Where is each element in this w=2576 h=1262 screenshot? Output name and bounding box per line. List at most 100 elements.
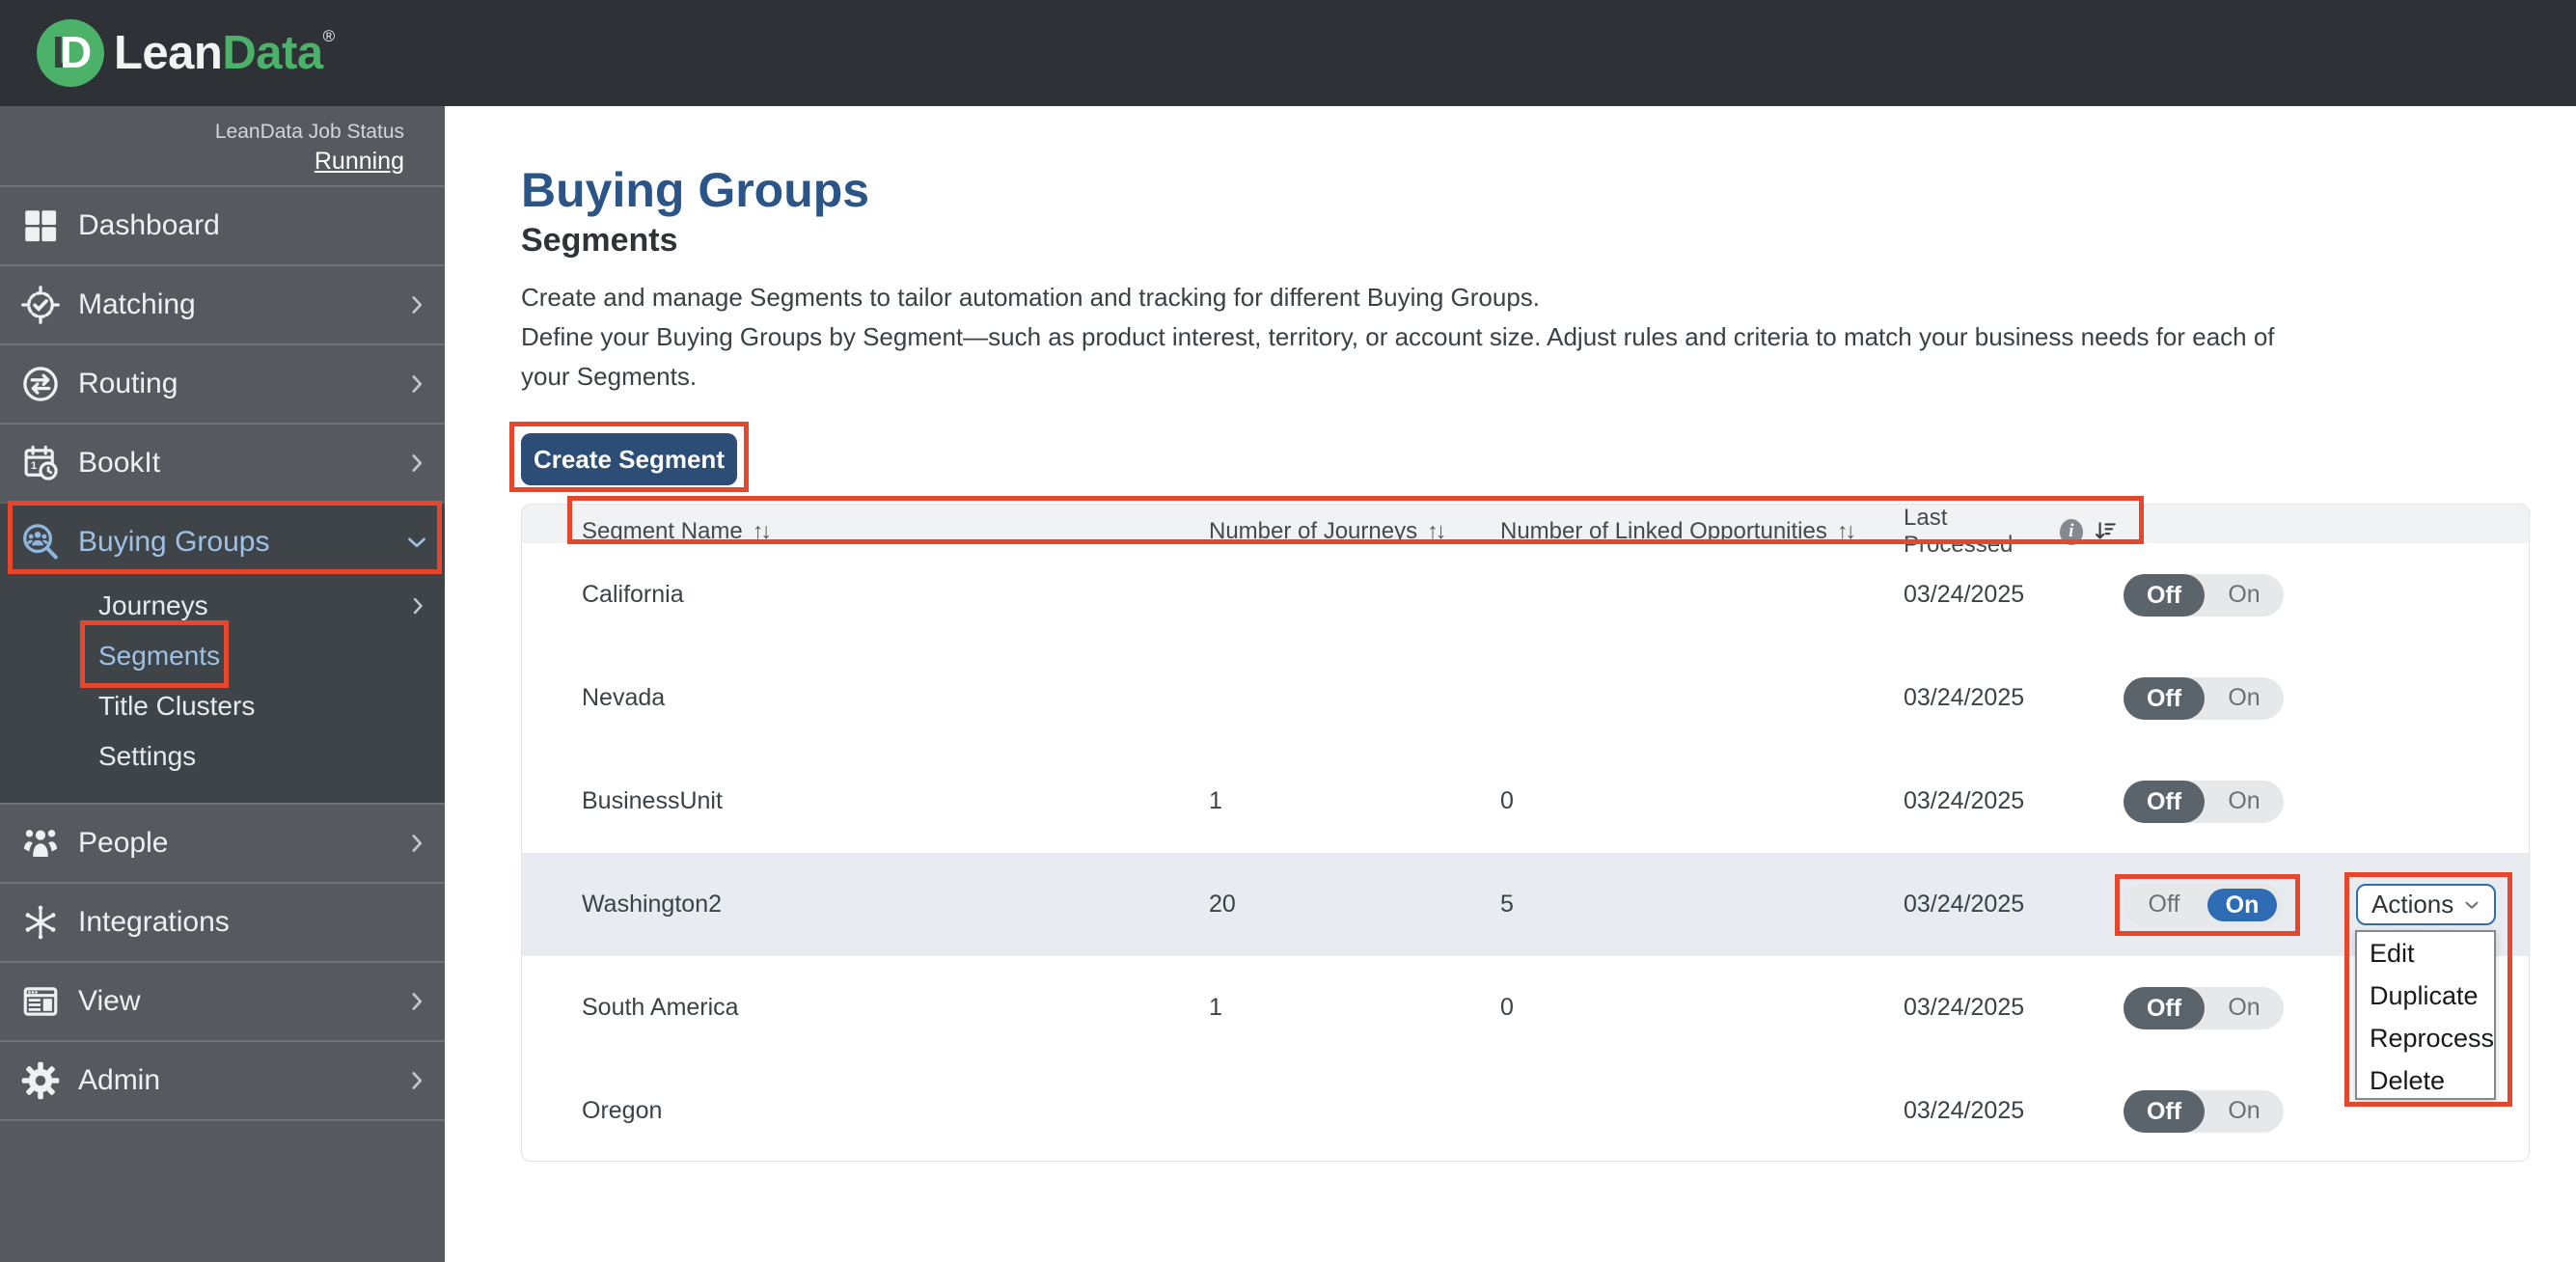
toggle-on-label[interactable]: On xyxy=(2205,684,2284,712)
logo-word-lean: Lean xyxy=(114,27,223,79)
sidebar-item-admin[interactable]: Admin xyxy=(0,1040,445,1119)
column-header-journeys[interactable]: Number of Journeys ↑↓ xyxy=(1205,518,1496,545)
segment-toggle[interactable]: Off On xyxy=(2124,986,2284,1029)
sort-icon[interactable]: ↑↓ xyxy=(1837,518,1856,543)
toggle-off-label[interactable]: Off xyxy=(2124,986,2205,1029)
sidebar-item-label: BookIt xyxy=(78,447,161,479)
menu-item-delete[interactable]: Delete xyxy=(2357,1059,2494,1102)
menu-item-edit[interactable]: Edit xyxy=(2357,932,2494,974)
sidebar-item-routing[interactable]: Routing xyxy=(0,343,445,423)
sidebar-item-dashboard[interactable]: Dashboard xyxy=(0,185,445,264)
sidebar-item-label: Dashboard xyxy=(78,209,220,241)
toggle-on-label[interactable]: On xyxy=(2205,994,2284,1022)
journeys-cell: 1 xyxy=(1209,787,1222,814)
logo-letter-d: D xyxy=(60,27,93,77)
column-header-label: Number of Linked Opportunities xyxy=(1500,518,1827,544)
create-segment-button[interactable]: Create Segment xyxy=(521,433,737,485)
sidebar-subitem-settings[interactable]: Settings xyxy=(0,731,445,782)
sidebar-subitem-title-clusters[interactable]: Title Clusters xyxy=(0,681,445,731)
segment-toggle[interactable]: Off On xyxy=(2124,676,2284,720)
view-icon xyxy=(18,979,63,1024)
actions-dropdown-menu: Edit Duplicate Reprocess Delete xyxy=(2355,930,2496,1100)
chevron-right-icon xyxy=(404,371,429,397)
sidebar-item-label: Admin xyxy=(78,1064,161,1096)
toggle-off-label[interactable]: Off xyxy=(2124,676,2205,720)
description-line: Create and manage Segments to tailor aut… xyxy=(521,283,1541,312)
toggle-on-label[interactable]: On xyxy=(2205,787,2284,815)
sidebar-item-people[interactable]: People xyxy=(0,803,445,882)
segment-name-cell: BusinessUnit xyxy=(582,787,723,814)
table-row-selected: Washington2 20 5 03/24/2025 Off On Action… xyxy=(522,853,2529,956)
toggle-on-label[interactable]: On xyxy=(2207,888,2277,921)
sidebar-divider xyxy=(0,1119,445,1121)
chevron-right-icon xyxy=(404,292,429,317)
menu-item-reprocess[interactable]: Reprocess xyxy=(2357,1017,2494,1059)
leandata-logo: L D LeanData® xyxy=(37,19,335,87)
table-row: California 03/24/2025 Off On xyxy=(522,543,2529,646)
svg-text:1: 1 xyxy=(31,460,37,472)
sidebar-subitem-label: Segments xyxy=(98,641,221,671)
chevron-right-icon xyxy=(406,594,429,617)
last-processed-cell: 03/24/2025 xyxy=(1904,891,2025,918)
sidebar-subitem-label: Title Clusters xyxy=(98,691,256,721)
last-processed-cell: 03/24/2025 xyxy=(1904,581,2025,608)
sidebar-subitem-label: Journeys xyxy=(98,590,208,620)
segments-table: Segment Name ↑↓ Number of Journeys ↑↓ Numb… xyxy=(521,504,2530,1162)
logo-wordmark: LeanData® xyxy=(114,26,335,80)
toggle-off-label[interactable]: Off xyxy=(2124,1089,2205,1133)
chevron-right-icon xyxy=(404,451,429,476)
opportunities-cell: 0 xyxy=(1500,994,1514,1021)
last-processed-cell: 03/24/2025 xyxy=(1904,994,2025,1021)
sidebar-subitem-segments[interactable]: Segments xyxy=(0,631,445,681)
last-processed-cell: 03/24/2025 xyxy=(1904,684,2025,711)
job-status-running-link[interactable]: Running xyxy=(315,148,404,176)
column-header-segment-name[interactable]: Segment Name ↑↓ xyxy=(522,518,1205,545)
last-processed-cell: 03/24/2025 xyxy=(1904,1097,2025,1124)
column-header-opportunities[interactable]: Number of Linked Opportunities ↑↓ xyxy=(1496,518,1900,545)
sort-descending-icon[interactable] xyxy=(2093,519,2118,544)
table-row: Oregon 03/24/2025 Off On xyxy=(522,1059,2529,1161)
toggle-on-label[interactable]: On xyxy=(2205,581,2284,609)
segment-toggle[interactable]: Off On xyxy=(2124,780,2284,823)
column-header-last-processed[interactable]: Last Processed i xyxy=(1900,505,2118,559)
buying-groups-submenu: Journeys Segments Title Clusters Setting… xyxy=(0,581,445,803)
toggle-off-label[interactable]: Off xyxy=(2124,573,2205,617)
integrations-icon xyxy=(18,900,63,945)
top-bar: L D LeanData® xyxy=(0,0,2576,106)
sidebar-item-label: Integrations xyxy=(78,906,230,938)
page-description: Create and manage Segments to tailor aut… xyxy=(521,278,2508,397)
segment-toggle[interactable]: Off On xyxy=(2124,1089,2284,1133)
segment-toggle[interactable]: Off On xyxy=(2124,573,2284,617)
sidebar-item-matching[interactable]: Matching xyxy=(0,264,445,343)
sidebar-item-view[interactable]: View xyxy=(0,961,445,1040)
chevron-right-icon xyxy=(404,1068,429,1093)
chevron-down-icon xyxy=(2461,894,2482,916)
routing-icon xyxy=(18,362,63,406)
sidebar-item-integrations[interactable]: Integrations xyxy=(0,882,445,961)
toggle-off-label[interactable]: Off xyxy=(2124,891,2205,919)
logo-word-data: Data xyxy=(222,27,323,79)
last-processed-cell: 03/24/2025 xyxy=(1904,787,2025,814)
actions-dropdown-button[interactable]: Actions xyxy=(2356,884,2496,925)
info-icon[interactable]: i xyxy=(2059,518,2083,545)
sidebar-subitem-journeys[interactable]: Journeys xyxy=(0,581,445,631)
table-row: Nevada 03/24/2025 Off On xyxy=(522,646,2529,750)
sidebar-item-buying-groups[interactable]: Buying Groups xyxy=(0,502,445,581)
page-subtitle: Segments xyxy=(521,222,678,259)
sidebar-item-label: Matching xyxy=(78,288,196,320)
description-line: your Segments. xyxy=(521,362,698,391)
toggle-on-label[interactable]: On xyxy=(2205,1097,2284,1125)
segment-toggle-on[interactable]: Off On xyxy=(2124,883,2284,926)
sidebar-item-bookit[interactable]: 1 BookIt xyxy=(0,423,445,502)
segment-name-cell: Nevada xyxy=(582,684,666,711)
page-title: Buying Groups xyxy=(521,163,870,217)
sidebar: LeanData Job Status Running Dashboard Ma… xyxy=(0,106,445,1262)
sort-icon[interactable]: ↑↓ xyxy=(753,518,772,543)
toggle-off-label[interactable]: Off xyxy=(2124,780,2205,823)
job-status: LeanData Job Status Running xyxy=(0,106,445,185)
sidebar-item-label: Routing xyxy=(78,368,178,399)
menu-item-duplicate[interactable]: Duplicate xyxy=(2357,974,2494,1017)
admin-gear-icon xyxy=(18,1058,63,1103)
sort-icon[interactable]: ↑↓ xyxy=(1427,518,1446,543)
table-row: BusinessUnit 1 0 03/24/2025 Off On xyxy=(522,750,2529,853)
